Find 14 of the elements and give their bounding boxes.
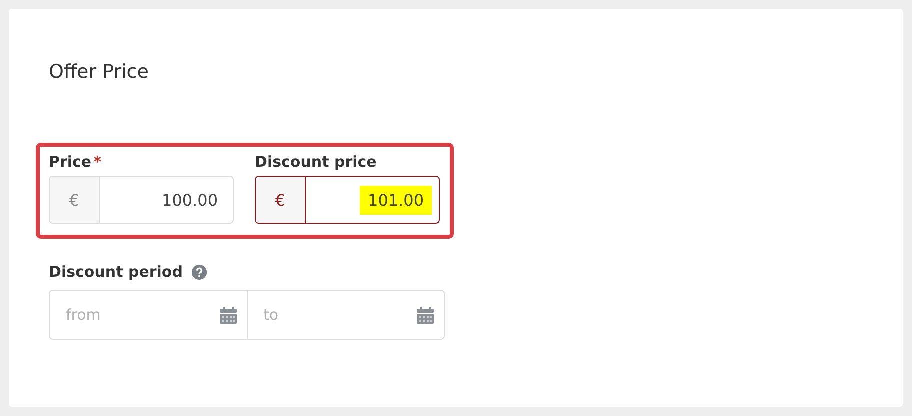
calendar-icon[interactable] — [220, 306, 236, 324]
price-field[interactable]: € 100.00 — [49, 176, 234, 224]
field-label: Price — [49, 153, 92, 171]
field-label: Discount price — [255, 153, 377, 171]
section-title: Offer Price — [49, 61, 150, 83]
currency-addon: € — [275, 190, 286, 210]
field-label: Discount period — [49, 263, 183, 281]
help-icon[interactable] — [192, 264, 207, 280]
required-mark: * — [94, 153, 102, 171]
calendar-icon[interactable] — [417, 306, 434, 324]
price-value: 100.00 — [161, 190, 219, 212]
currency-addon: € — [69, 190, 80, 210]
price-field[interactable]: € 101.00 — [255, 176, 440, 224]
price-value: 101.00 — [360, 186, 432, 214]
